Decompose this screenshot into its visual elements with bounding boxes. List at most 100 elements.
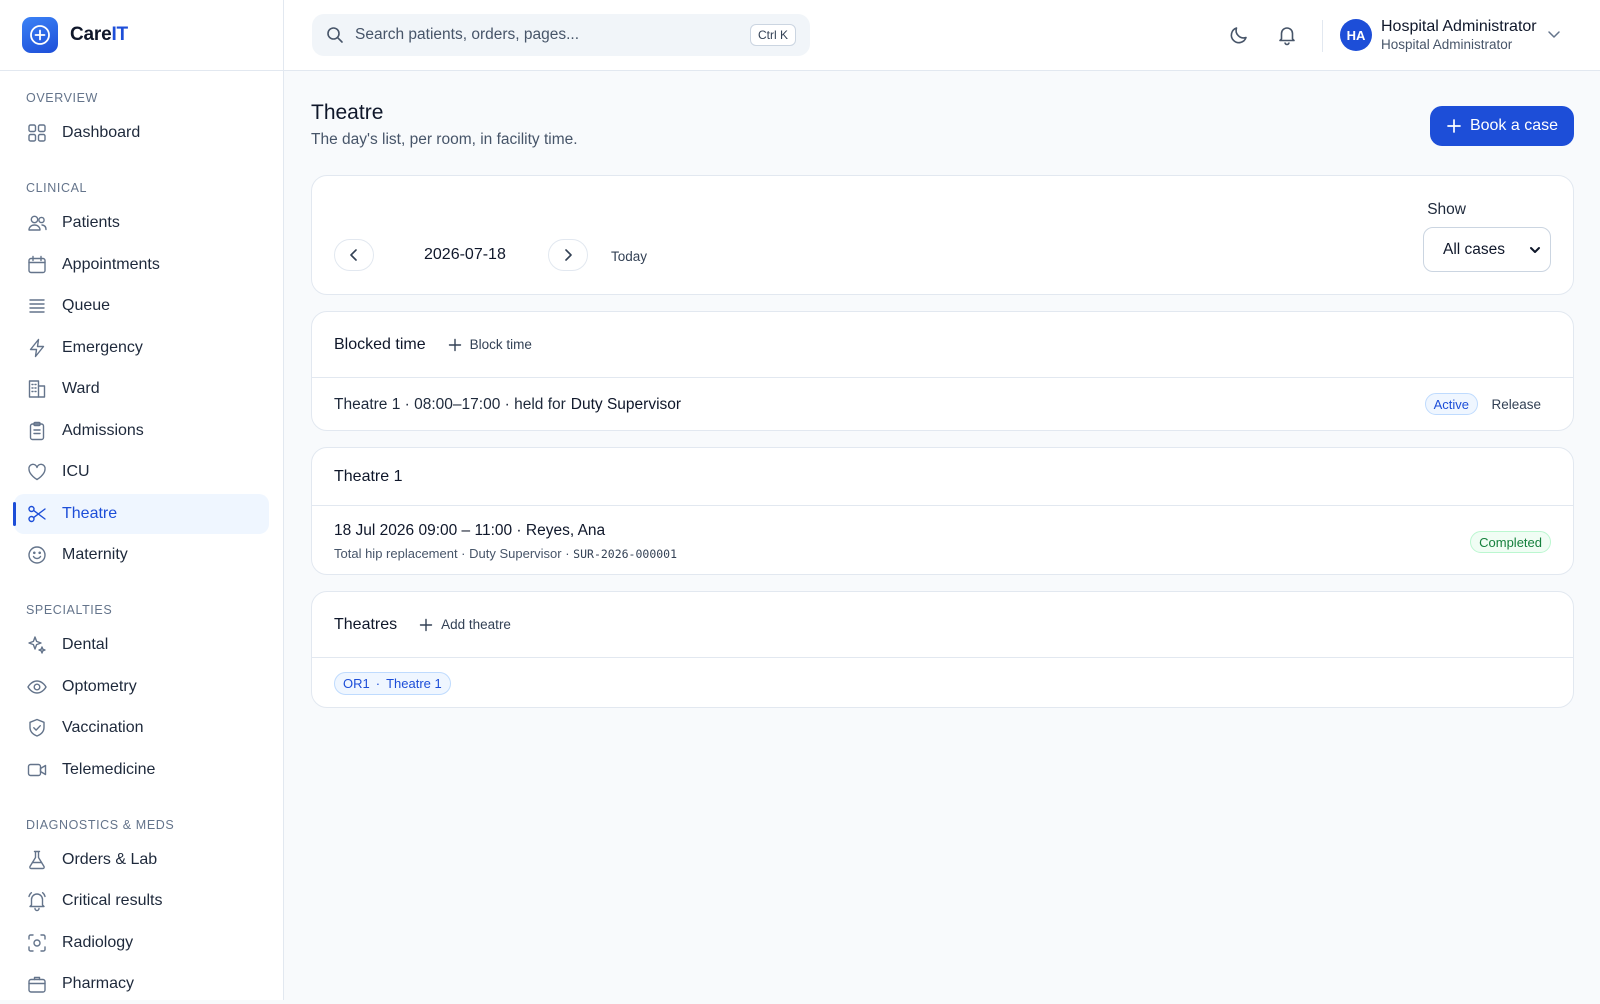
sidebar-item-label: Dental	[62, 636, 108, 654]
theatre-code: OR1	[343, 676, 370, 691]
heart-icon	[26, 461, 48, 483]
show-filter-select[interactable]: All cases	[1423, 227, 1551, 272]
prev-day-button[interactable]	[334, 239, 374, 271]
blocked-time-title: Blocked time	[334, 336, 426, 354]
user-menu[interactable]: HA Hospital Administrator Hospital Admin…	[1340, 17, 1537, 53]
theatres-title: Theatres	[334, 616, 397, 634]
sidebar-item-radiology[interactable]: Radiology	[14, 923, 269, 963]
smile-icon	[26, 544, 48, 566]
sidebar-item-label: Radiology	[62, 934, 133, 952]
sidebar-item-patients[interactable]: Patients	[14, 203, 269, 243]
plus-icon	[448, 338, 462, 352]
sidebar-item-queue[interactable]: Queue	[14, 286, 269, 326]
date-nav-card: 2026-07-18 Today Show All cases	[311, 175, 1574, 295]
bell-icon[interactable]	[1274, 22, 1300, 48]
topbar-divider	[1322, 20, 1323, 52]
plus-icon	[1446, 118, 1462, 134]
sidebar-item-label: Patients	[62, 214, 120, 232]
clipboard-icon	[26, 420, 48, 442]
theatre-name: Theatre 1	[334, 468, 402, 486]
sidebar-section-title: SPECIALTIES	[0, 599, 283, 621]
sidebar-item-label: Orders & Lab	[62, 851, 157, 869]
sidebar-item-label: Dashboard	[62, 124, 140, 142]
grid-icon	[26, 122, 48, 144]
show-filter-value: All cases	[1443, 241, 1505, 259]
theatres-header: Theatres Add theatre	[312, 592, 1573, 658]
theatres-list: OR1 · Theatre 1	[312, 658, 1573, 709]
sidebar-item-label: Queue	[62, 297, 110, 315]
theatre-schedule-header: Theatre 1	[312, 448, 1573, 506]
sidebar-item-vaccination[interactable]: Vaccination	[14, 708, 269, 748]
zap-icon	[26, 337, 48, 359]
moon-icon[interactable]	[1226, 22, 1252, 48]
sidebar-item-orders-and-lab[interactable]: Orders & Lab	[14, 840, 269, 880]
blocked-time-text: Theatre 1 · 08:00–17:00 · held for	[334, 396, 566, 414]
scan-icon	[26, 932, 48, 954]
next-day-button[interactable]	[548, 239, 588, 271]
avatar: HA	[1340, 19, 1372, 51]
brand[interactable]: CareIT	[0, 0, 283, 71]
theatre-schedule-card: Theatre 1 18 Jul 2026 09:00 – 11:00 · Re…	[311, 447, 1574, 575]
chevron-down-icon[interactable]	[1546, 26, 1562, 42]
chevron-down-icon	[1528, 243, 1542, 257]
list-icon	[26, 295, 48, 317]
sidebar-item-dental[interactable]: Dental	[14, 625, 269, 665]
sidebar-item-telemedicine[interactable]: Telemedicine	[14, 750, 269, 790]
theatre-chip-name: Theatre 1	[386, 676, 442, 691]
sidebar-item-label: Admissions	[62, 422, 144, 440]
book-case-label: Book a case	[1470, 117, 1558, 135]
sidebar-item-emergency[interactable]: Emergency	[14, 328, 269, 368]
search-input[interactable]: Search patients, orders, pages... Ctrl K	[312, 14, 810, 56]
case-row[interactable]: 18 Jul 2026 09:00 – 11:00 · Reyes, Ana T…	[312, 506, 1573, 576]
sidebar-section-title: OVERVIEW	[0, 87, 283, 109]
search-shortcut: Ctrl K	[750, 24, 796, 46]
page-title: Theatre	[311, 101, 383, 125]
scissors-icon	[26, 503, 48, 525]
status-badge: Completed	[1470, 531, 1551, 553]
sidebar-item-critical-results[interactable]: Critical results	[14, 881, 269, 921]
sidebar-item-label: Telemedicine	[62, 761, 155, 779]
sidebar-item-ward[interactable]: Ward	[14, 369, 269, 409]
sidebar-item-label: Optometry	[62, 678, 137, 696]
box-icon	[26, 973, 48, 995]
sidebar-item-label: Theatre	[62, 505, 117, 523]
search-placeholder: Search patients, orders, pages...	[355, 26, 739, 44]
book-case-button[interactable]: Book a case	[1430, 106, 1574, 146]
release-button[interactable]: Release	[1491, 397, 1541, 412]
users-icon	[26, 212, 48, 234]
theatres-card: Theatres Add theatre OR1 · Theatre 1	[311, 591, 1574, 708]
case-title: 18 Jul 2026 09:00 – 11:00 · Reyes, Ana	[334, 522, 1573, 540]
sidebar-item-icu[interactable]: ICU	[14, 452, 269, 492]
today-button[interactable]: Today	[611, 249, 647, 264]
sidebar-item-label: Pharmacy	[62, 975, 134, 993]
blocked-time-card: Blocked time Block time Theatre 1 · 08:0…	[311, 311, 1574, 431]
sidebar-nav: OVERVIEWDashboardCLINICALPatientsAppoint…	[0, 71, 283, 1004]
sidebar-item-label: ICU	[62, 463, 90, 481]
blocked-time-header: Blocked time Block time	[312, 312, 1573, 378]
case-meta: Total hip replacement · Duty Supervisor …	[334, 546, 1573, 561]
flask-icon	[26, 849, 48, 871]
blocked-time-row: Theatre 1 · 08:00–17:00 · held for Duty …	[312, 378, 1573, 431]
user-role: Hospital Administrator	[1381, 36, 1537, 53]
main-content: Theatre The day's list, per room, in fac…	[284, 71, 1600, 1000]
sidebar-item-optometry[interactable]: Optometry	[14, 667, 269, 707]
plus-icon	[419, 618, 433, 632]
blocked-time-holder: Duty Supervisor	[571, 396, 681, 414]
sidebar-item-label: Appointments	[62, 256, 160, 274]
add-theatre-label: Add theatre	[441, 617, 511, 632]
chevron-left-icon	[347, 248, 361, 262]
block-time-button[interactable]: Block time	[448, 337, 532, 352]
bell-alert-icon	[26, 890, 48, 912]
sidebar-item-admissions[interactable]: Admissions	[14, 411, 269, 451]
show-label: Show	[1427, 201, 1466, 219]
sidebar-item-dashboard[interactable]: Dashboard	[14, 113, 269, 153]
sidebar-item-label: Maternity	[62, 546, 128, 564]
add-theatre-button[interactable]: Add theatre	[419, 617, 511, 632]
sidebar-item-theatre[interactable]: Theatre	[14, 494, 269, 534]
sidebar-item-maternity[interactable]: Maternity	[14, 535, 269, 575]
sidebar-item-pharmacy[interactable]: Pharmacy	[14, 964, 269, 1004]
sidebar-item-appointments[interactable]: Appointments	[14, 245, 269, 285]
shield-check-icon	[26, 717, 48, 739]
calendar-icon	[26, 254, 48, 276]
theatre-chip[interactable]: OR1 · Theatre 1	[334, 672, 451, 695]
